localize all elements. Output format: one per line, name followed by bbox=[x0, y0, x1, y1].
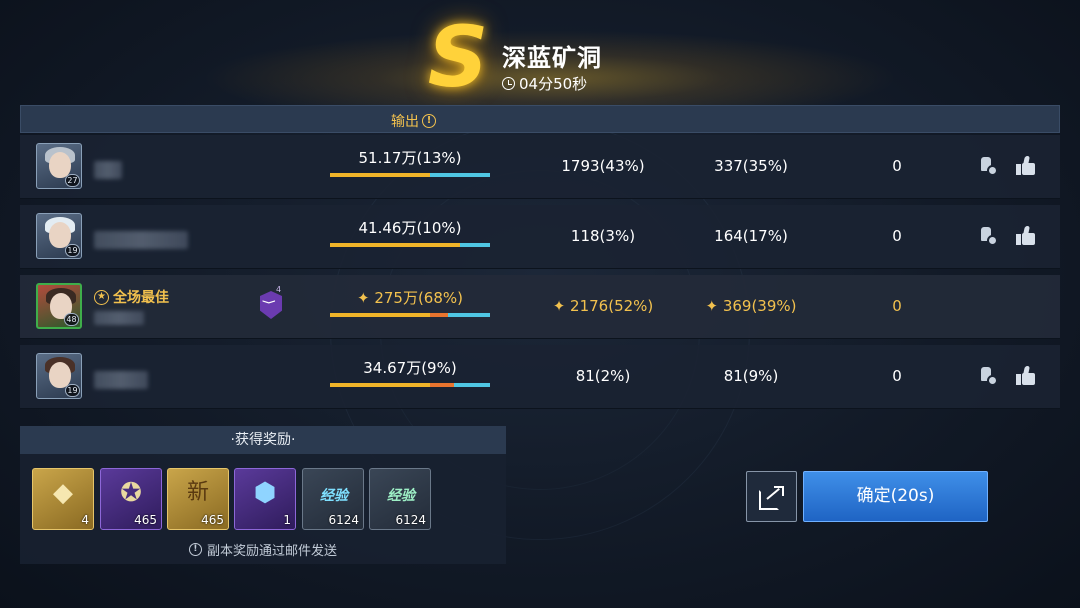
coin-icon: 新 bbox=[186, 480, 209, 505]
player-level: 48 bbox=[64, 313, 79, 326]
reward-note-text: 副本奖励通过邮件发送 bbox=[206, 544, 337, 559]
damage-bar-fill bbox=[330, 313, 430, 317]
exp-icon: 经验 bbox=[320, 488, 348, 504]
stat-column-1: 81(2%) bbox=[575, 367, 631, 385]
stat-column-1: ✦ 2176(52%) bbox=[552, 297, 654, 315]
mvp-label-text: 全场最佳 bbox=[113, 290, 169, 306]
avatar[interactable]: 27 bbox=[36, 143, 82, 189]
avatar[interactable]: 19 bbox=[36, 353, 82, 399]
damage-label: 41.46万(10%) bbox=[358, 219, 462, 237]
core-icon: ⬢ bbox=[253, 478, 277, 508]
stat-column-3: 0 bbox=[892, 367, 902, 385]
reward-panel: ·获得奖励· ◆ 4 ✪ 465 新 465 ⬢ 1 经验 6124 经验 61… bbox=[20, 426, 506, 564]
clock-icon bbox=[502, 77, 515, 90]
damage-label: ✦ 275万(68%) bbox=[356, 289, 463, 307]
reward-item[interactable]: ✪ 465 bbox=[100, 468, 162, 530]
damage-column-title[interactable]: 输出 ! bbox=[391, 111, 436, 131]
damage-bar-highlight bbox=[430, 383, 454, 387]
player-row: 19 34.67万(9%) 81(2%) 81(9%) 0 bbox=[20, 345, 1060, 409]
damage-bar bbox=[330, 173, 490, 177]
reward-count: 465 bbox=[201, 513, 224, 527]
reward-item[interactable]: 经验 6124 bbox=[369, 468, 431, 530]
reward-count: 4 bbox=[81, 513, 89, 527]
player-level: 19 bbox=[65, 384, 80, 397]
confirm-button[interactable]: 确定(20s) bbox=[803, 471, 988, 522]
damage-bar-fill bbox=[330, 173, 430, 177]
stat-column-2: 164(17%) bbox=[714, 227, 788, 245]
reward-item[interactable]: ◆ 4 bbox=[32, 468, 94, 530]
player-name-blurred bbox=[94, 311, 144, 325]
damage-label: 34.67万(9%) bbox=[363, 359, 457, 377]
reward-count: 465 bbox=[134, 513, 157, 527]
reward-item[interactable]: ⬢ 1 bbox=[234, 468, 296, 530]
thumbs-up-icon[interactable] bbox=[1015, 155, 1037, 177]
report-icon[interactable] bbox=[978, 157, 998, 177]
damage-column-label: 输出 bbox=[391, 114, 419, 130]
score-table-header: 输出 ! bbox=[20, 105, 1060, 133]
stat-column-1: 118(3%) bbox=[570, 227, 636, 245]
report-icon[interactable] bbox=[978, 367, 998, 387]
exp-icon: 经验 bbox=[387, 488, 415, 504]
stat-column-3: 0 bbox=[892, 227, 902, 245]
info-icon: ! bbox=[188, 543, 202, 556]
reward-title: ·获得奖励· bbox=[20, 426, 506, 454]
thumbs-up-icon[interactable] bbox=[1015, 365, 1037, 387]
player-name-blurred bbox=[94, 371, 148, 389]
reward-note: ! 副本奖励通过邮件发送 bbox=[20, 540, 506, 559]
clear-time-text: 04分50秒 bbox=[519, 75, 588, 93]
reward-count: 6124 bbox=[395, 513, 426, 527]
stat-column-1: 1793(43%) bbox=[561, 157, 645, 175]
damage-bar bbox=[330, 383, 490, 387]
damage-bar bbox=[330, 243, 490, 247]
star-icon: ★ bbox=[94, 289, 109, 305]
damage-bar bbox=[330, 313, 490, 317]
badge-icon: ✪ bbox=[120, 478, 142, 508]
clear-time: 04分50秒 bbox=[502, 73, 587, 94]
player-row: 19 41.46万(10%) 118(3%) 164(17%) 0 bbox=[20, 205, 1060, 269]
thumbs-up-icon[interactable] bbox=[1015, 225, 1037, 247]
player-name-blurred bbox=[94, 231, 188, 249]
damage-bar-fill bbox=[330, 243, 460, 247]
player-level: 19 bbox=[65, 244, 80, 257]
class-level: 4 bbox=[276, 285, 282, 294]
reward-count: 6124 bbox=[328, 513, 359, 527]
stat-column-2: 81(9%) bbox=[723, 367, 779, 385]
damage-label: 51.17万(13%) bbox=[358, 149, 462, 167]
player-row-mvp: 48 ★ 全场最佳 4 ✦ 275万(68%) ✦ 2176(52%) ✦ 36… bbox=[20, 275, 1060, 339]
damage-bar-fill bbox=[330, 383, 430, 387]
avatar[interactable]: 19 bbox=[36, 213, 82, 259]
stat-column-3: 0 bbox=[892, 297, 902, 315]
material-icon: ◆ bbox=[53, 478, 73, 508]
rank-grade: S bbox=[427, 8, 489, 106]
reward-count: 1 bbox=[283, 513, 291, 527]
damage-bar-highlight bbox=[430, 313, 448, 317]
player-level: 27 bbox=[65, 174, 80, 187]
player-name-blurred bbox=[94, 161, 122, 179]
avatar[interactable]: 48 bbox=[36, 283, 82, 329]
stat-column-2: ✦ 369(39%) bbox=[705, 297, 797, 315]
share-button[interactable] bbox=[746, 471, 797, 522]
mvp-label: ★ 全场最佳 bbox=[94, 287, 169, 307]
player-row: 27 51.17万(13%) 1793(43%) 337(35%) 0 bbox=[20, 135, 1060, 199]
class-badge-icon bbox=[260, 291, 282, 319]
stat-column-2: 337(35%) bbox=[714, 157, 788, 175]
report-icon[interactable] bbox=[978, 227, 998, 247]
reward-item[interactable]: 新 465 bbox=[167, 468, 229, 530]
stat-column-3: 0 bbox=[892, 157, 902, 175]
info-icon[interactable]: ! bbox=[422, 114, 436, 128]
share-icon bbox=[759, 484, 785, 510]
reward-item[interactable]: 经验 6124 bbox=[302, 468, 364, 530]
stage-name: 深蓝矿洞 bbox=[502, 44, 602, 72]
